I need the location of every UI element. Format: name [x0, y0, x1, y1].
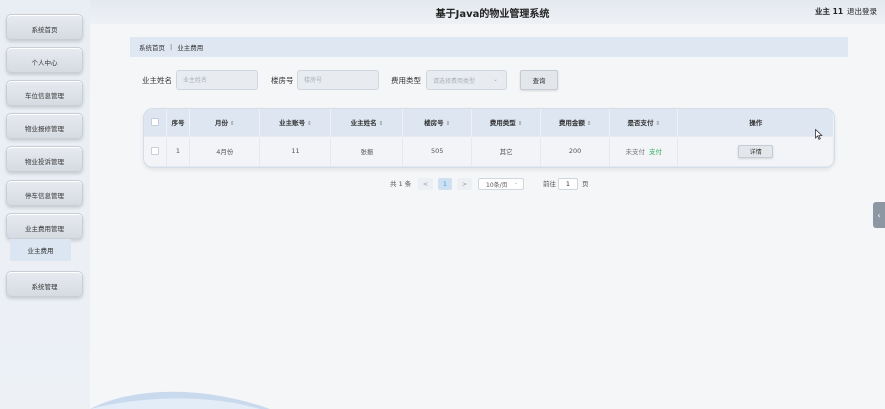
cell-account: 11	[259, 135, 332, 166]
col-label: 月份	[215, 119, 229, 128]
mouse-pointer-icon	[815, 129, 823, 140]
col-building[interactable]: 楼房号 ⇕	[402, 109, 473, 136]
top-bar: 基于Java的物业管理系统 业主 11 退出登录	[90, 0, 885, 24]
sidebar-item-label: 系统首页	[31, 25, 58, 34]
row-checkbox[interactable]	[150, 147, 159, 156]
breadcrumb-home[interactable]: 系统首页	[139, 42, 165, 52]
detail-button[interactable]: 详情	[738, 144, 774, 158]
fees-table: 序号 月份 ⇕ 业主账号 ⇕ 业主姓名 ⇕ 楼房号 ⇕ 费用类型 ⇕ 费用金额 ⇕ 是否支付…	[143, 108, 835, 168]
sort-caret-icon: ⇕	[517, 121, 523, 128]
owner-name-label: 业主姓名	[142, 76, 172, 85]
col-label: 费用类型	[489, 119, 516, 128]
sort-caret-icon: ⇕	[445, 121, 451, 128]
col-amount[interactable]: 费用金额 ⇕	[540, 109, 611, 136]
building-input[interactable]	[297, 70, 379, 90]
paid-status: 未支付	[625, 148, 646, 157]
sidebar-subitem-owner-fee[interactable]: 业主费用	[10, 239, 71, 261]
sidebar-item-label: 停车信息管理	[25, 191, 64, 200]
goto-page-input[interactable]	[558, 178, 578, 190]
fee-type-placeholder: 请选择费用类型	[433, 77, 476, 85]
chevron-left-icon[interactable]: ‹	[873, 202, 885, 228]
sort-caret-icon: ⇕	[378, 121, 384, 128]
sidebar-item-repair[interactable]: 物业报修管理	[6, 113, 83, 139]
col-label: 业主账号	[279, 119, 306, 128]
col-account[interactable]: 业主账号 ⇕	[259, 109, 332, 136]
col-label: 费用金额	[558, 119, 585, 128]
sidebar-item-label: 业主费用管理	[25, 224, 64, 233]
table-row: 1 4月份 11 张振 505 其它 200 未支付 支付 详情	[144, 135, 834, 166]
cell-building: 505	[402, 135, 473, 166]
select-all-cell	[144, 109, 167, 136]
sidebar-item-parking-info[interactable]: 停车信息管理	[6, 180, 83, 206]
cell-name: 张振	[330, 135, 404, 166]
sort-caret-icon: ⇕	[230, 121, 235, 128]
prev-page-button[interactable]: <	[418, 178, 433, 190]
breadcrumb: 系统首页 | 业主费用	[130, 37, 848, 57]
sidebar-item-profile[interactable]: 个人中心	[6, 47, 83, 73]
sidebar-item-label: 物业报修管理	[25, 124, 64, 133]
breadcrumb-separator: |	[170, 43, 173, 51]
select-all-checkbox[interactable]	[150, 118, 159, 127]
col-index: 序号	[166, 109, 191, 136]
pay-link[interactable]: 支付	[649, 148, 662, 156]
sidebar: 系统首页 个人中心 车位信息管理 物业报修管理 物业投诉管理 停车信息管理 业主…	[0, 0, 90, 409]
sidebar-item-owner-fees[interactable]: 业主费用管理	[6, 213, 83, 239]
pagination-total: 共 1 条	[390, 180, 412, 188]
col-action: 操作	[677, 109, 834, 136]
cell-action: 详情	[677, 135, 834, 166]
sort-caret-icon: ⇕	[307, 121, 312, 128]
sort-caret-icon: ⇕	[655, 121, 661, 128]
col-paid[interactable]: 是否支付 ⇕	[609, 109, 679, 136]
sidebar-item-label: 物业投诉管理	[25, 157, 64, 166]
cell-fee-type: 其它	[471, 135, 542, 166]
decorative-wave	[90, 391, 270, 409]
col-month[interactable]: 月份 ⇕	[189, 109, 261, 136]
sidebar-item-complaint[interactable]: 物业投诉管理	[6, 146, 83, 172]
site-title: 基于Java的物业管理系统	[435, 9, 550, 20]
fee-type-label: 费用类型	[391, 76, 421, 85]
query-button[interactable]: 查询	[520, 70, 558, 90]
cell-paid: 未支付 支付	[609, 135, 679, 166]
chevron-down-icon: ⌄	[513, 180, 518, 186]
page-size-select[interactable]: 10条/页 ⌄	[478, 178, 524, 190]
col-fee-type[interactable]: 费用类型 ⇕	[471, 109, 542, 136]
col-name[interactable]: 业主姓名 ⇕	[330, 109, 404, 136]
sidebar-item-label: 系统管理	[31, 282, 58, 291]
sidebar-item-system[interactable]: 系统管理	[6, 271, 83, 297]
owner-name-input[interactable]	[176, 70, 258, 90]
col-label: 是否支付	[627, 119, 654, 128]
page-unit-label: 页	[582, 180, 589, 188]
sidebar-item-parking-space[interactable]: 车位信息管理	[6, 80, 83, 106]
col-label: 楼房号	[424, 119, 444, 128]
building-label: 楼房号	[271, 76, 294, 85]
page-size-value: 10条/页	[486, 181, 508, 189]
logout-link[interactable]: 退出登录	[847, 6, 877, 17]
fee-type-select[interactable]: 请选择费用类型 ⌄	[426, 70, 507, 90]
sidebar-item-label: 车位信息管理	[25, 91, 64, 100]
user-name: 业主 11	[815, 7, 844, 16]
table-header-row: 序号 月份 ⇕ 业主账号 ⇕ 业主姓名 ⇕ 楼房号 ⇕ 费用类型 ⇕ 费用金额 ⇕ 是否支付…	[144, 109, 834, 136]
sidebar-item-home[interactable]: 系统首页	[6, 14, 83, 40]
cell-amount: 200	[540, 135, 611, 166]
col-label: 业主姓名	[350, 119, 377, 128]
cell-month: 4月份	[189, 135, 261, 166]
cell-index: 1	[166, 135, 191, 166]
page-number-1[interactable]: 1	[438, 178, 452, 190]
next-page-button[interactable]: >	[457, 178, 472, 190]
sidebar-item-label: 个人中心	[31, 58, 58, 67]
breadcrumb-current: 业主费用	[177, 44, 204, 52]
chevron-down-icon: ⌄	[492, 76, 498, 83]
sort-caret-icon: ⇕	[586, 121, 592, 128]
goto-label: 前往	[543, 180, 556, 188]
row-select-cell	[144, 135, 167, 166]
main-content: 基于Java的物业管理系统 业主 11 退出登录 系统首页 | 业主费用 业主姓…	[90, 0, 885, 409]
